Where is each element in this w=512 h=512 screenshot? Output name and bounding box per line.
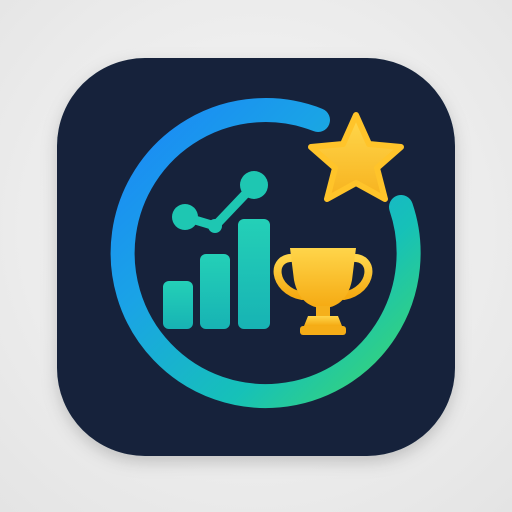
trend-node-2 (208, 219, 222, 233)
app-icon[interactable] (0, 0, 512, 512)
trend-node-1 (172, 204, 198, 230)
bar-chart-bar-1 (163, 281, 193, 329)
bar-chart-bar-3 (238, 219, 270, 329)
bar-chart-bar-2 (200, 254, 230, 329)
icon-canvas (0, 0, 512, 512)
trend-node-3 (240, 171, 268, 199)
